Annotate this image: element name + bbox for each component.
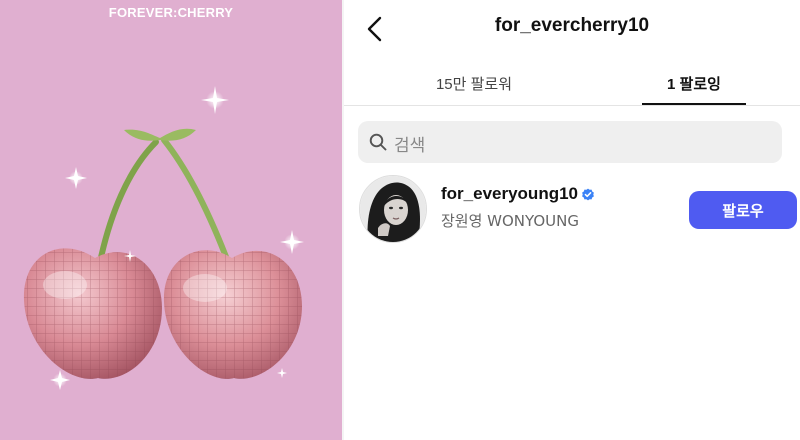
cover-image: FOREVER:CHERRY (0, 0, 342, 440)
tabs-divider (344, 105, 800, 106)
following-username[interactable]: for_everyoung10 (441, 184, 578, 204)
profile-username: for_evercherry10 (494, 15, 650, 36)
following-panel: for_evercherry10 15만 팔로워 1 팔로잉 검색 for_ev… (344, 0, 800, 440)
brand-wordmark: FOREVER:CHERRY (108, 5, 234, 20)
search-placeholder: 검색 (394, 136, 426, 156)
avatar[interactable] (359, 175, 427, 243)
following-full-name: 장원영 WONYOUNG (441, 212, 579, 230)
profile-photo (360, 176, 426, 242)
list-item[interactable]: for_everyoung10 장원영 WONYOUNG 팔로우 (344, 172, 800, 248)
search-input[interactable]: 검색 (358, 121, 782, 163)
disco-cherry-illustration (23, 86, 304, 390)
tab-followers[interactable]: 15만 팔로워 (374, 60, 574, 106)
follow-button[interactable]: 팔로우 (689, 191, 797, 229)
tab-bar: 15만 팔로워 1 팔로잉 (344, 60, 800, 106)
chevron-left-icon (367, 16, 382, 42)
verified-badge-icon (582, 188, 594, 201)
profile-title: for_evercherry10 (344, 15, 800, 37)
search-icon (369, 133, 387, 151)
tab-following[interactable]: 1 팔로잉 (642, 60, 746, 106)
back-button[interactable] (362, 14, 390, 44)
